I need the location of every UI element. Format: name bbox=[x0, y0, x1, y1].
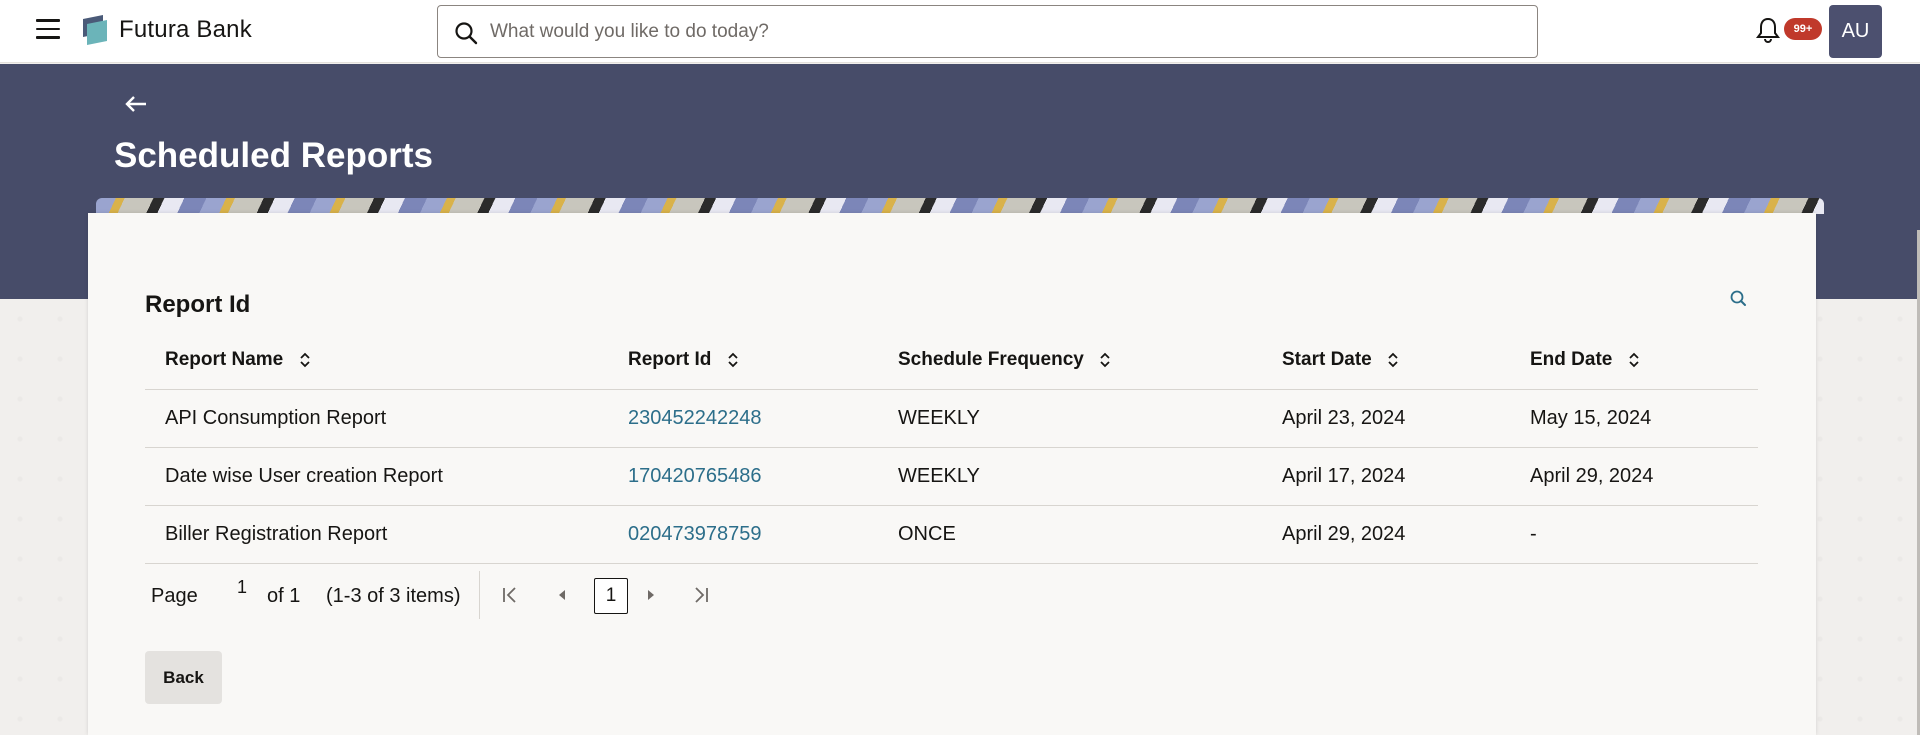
cell-end-date: - bbox=[1510, 505, 1758, 564]
sort-icon[interactable] bbox=[1387, 351, 1399, 369]
arrow-left-icon[interactable] bbox=[124, 93, 150, 115]
table-row: API Consumption Report 230452242248 WEEK… bbox=[145, 389, 1758, 448]
prev-page-icon[interactable] bbox=[555, 585, 569, 605]
report-id-link[interactable]: 170420765486 bbox=[628, 465, 761, 487]
sort-icon[interactable] bbox=[1628, 351, 1640, 369]
table-row: Biller Registration Report 020473978759 … bbox=[145, 505, 1758, 564]
page-number-input[interactable] bbox=[221, 565, 263, 609]
current-page-button[interactable]: 1 bbox=[594, 578, 628, 614]
notification-badge: 99+ bbox=[1784, 18, 1822, 40]
next-page-icon[interactable] bbox=[644, 585, 658, 605]
cell-report-id: 170420765486 bbox=[608, 447, 878, 506]
user-avatar[interactable]: AU bbox=[1829, 5, 1882, 58]
card-title: Report Id bbox=[145, 291, 251, 318]
column-label: End Date bbox=[1530, 348, 1613, 370]
cell-frequency: WEEKLY bbox=[878, 447, 1262, 506]
report-id-link[interactable]: 230452242248 bbox=[628, 407, 761, 429]
column-label: Report Name bbox=[165, 348, 284, 370]
top-bar: Futura Bank 99+ AU bbox=[0, 0, 1920, 63]
column-header-schedule-frequency[interactable]: Schedule Frequency bbox=[878, 331, 1262, 390]
search-icon bbox=[455, 22, 478, 45]
report-id-link[interactable]: 020473978759 bbox=[628, 523, 761, 545]
column-label: Report Id bbox=[628, 348, 712, 370]
search-icon[interactable] bbox=[1728, 288, 1750, 310]
cell-frequency: WEEKLY bbox=[878, 389, 1262, 448]
cell-end-date: May 15, 2024 bbox=[1510, 389, 1758, 448]
cell-report-id: 020473978759 bbox=[608, 505, 878, 564]
cell-start-date: April 29, 2024 bbox=[1262, 505, 1510, 564]
first-page-icon[interactable] bbox=[501, 585, 519, 605]
page-title: Scheduled Reports bbox=[114, 136, 433, 175]
brand-name[interactable]: Futura Bank bbox=[119, 16, 252, 44]
table-header-row: Report Name Report Id Schedule Frequency… bbox=[145, 331, 1758, 390]
reports-card: Report Id Report Name Report Id Schedule… bbox=[88, 213, 1816, 735]
pager-divider bbox=[479, 571, 480, 619]
decorative-banner-strip bbox=[96, 198, 1824, 214]
column-label: Start Date bbox=[1282, 348, 1372, 370]
cell-report-name: Date wise User creation Report bbox=[145, 447, 608, 506]
hamburger-icon[interactable] bbox=[36, 19, 60, 41]
items-count-label: (1-3 of 3 items) bbox=[326, 585, 461, 607]
global-search[interactable] bbox=[437, 5, 1538, 58]
table-row: Date wise User creation Report 170420765… bbox=[145, 447, 1758, 506]
back-button[interactable]: Back bbox=[145, 651, 222, 704]
search-input[interactable] bbox=[490, 18, 1490, 46]
cell-start-date: April 23, 2024 bbox=[1262, 389, 1510, 448]
column-header-report-name[interactable]: Report Name bbox=[145, 331, 608, 390]
column-header-start-date[interactable]: Start Date bbox=[1262, 331, 1510, 390]
cell-report-name: API Consumption Report bbox=[145, 389, 608, 448]
bank-logo-icon bbox=[83, 15, 107, 45]
column-header-report-id[interactable]: Report Id bbox=[608, 331, 878, 390]
column-header-end-date[interactable]: End Date bbox=[1510, 331, 1758, 390]
sort-icon[interactable] bbox=[727, 351, 739, 369]
sort-icon[interactable] bbox=[299, 351, 311, 369]
sort-icon[interactable] bbox=[1099, 351, 1111, 369]
pagination: Page of 1 (1-3 of 3 items) 1 bbox=[145, 565, 945, 625]
cell-start-date: April 17, 2024 bbox=[1262, 447, 1510, 506]
cell-report-name: Biller Registration Report bbox=[145, 505, 608, 564]
column-label: Schedule Frequency bbox=[898, 348, 1084, 370]
reports-table: Report Name Report Id Schedule Frequency… bbox=[145, 331, 1758, 564]
cell-report-id: 230452242248 bbox=[608, 389, 878, 448]
page-label: Page bbox=[151, 585, 198, 607]
cell-frequency: ONCE bbox=[878, 505, 1262, 564]
page-total-label: of 1 bbox=[267, 585, 301, 607]
bell-icon[interactable] bbox=[1755, 16, 1781, 44]
last-page-icon[interactable] bbox=[692, 585, 710, 605]
cell-end-date: April 29, 2024 bbox=[1510, 447, 1758, 506]
